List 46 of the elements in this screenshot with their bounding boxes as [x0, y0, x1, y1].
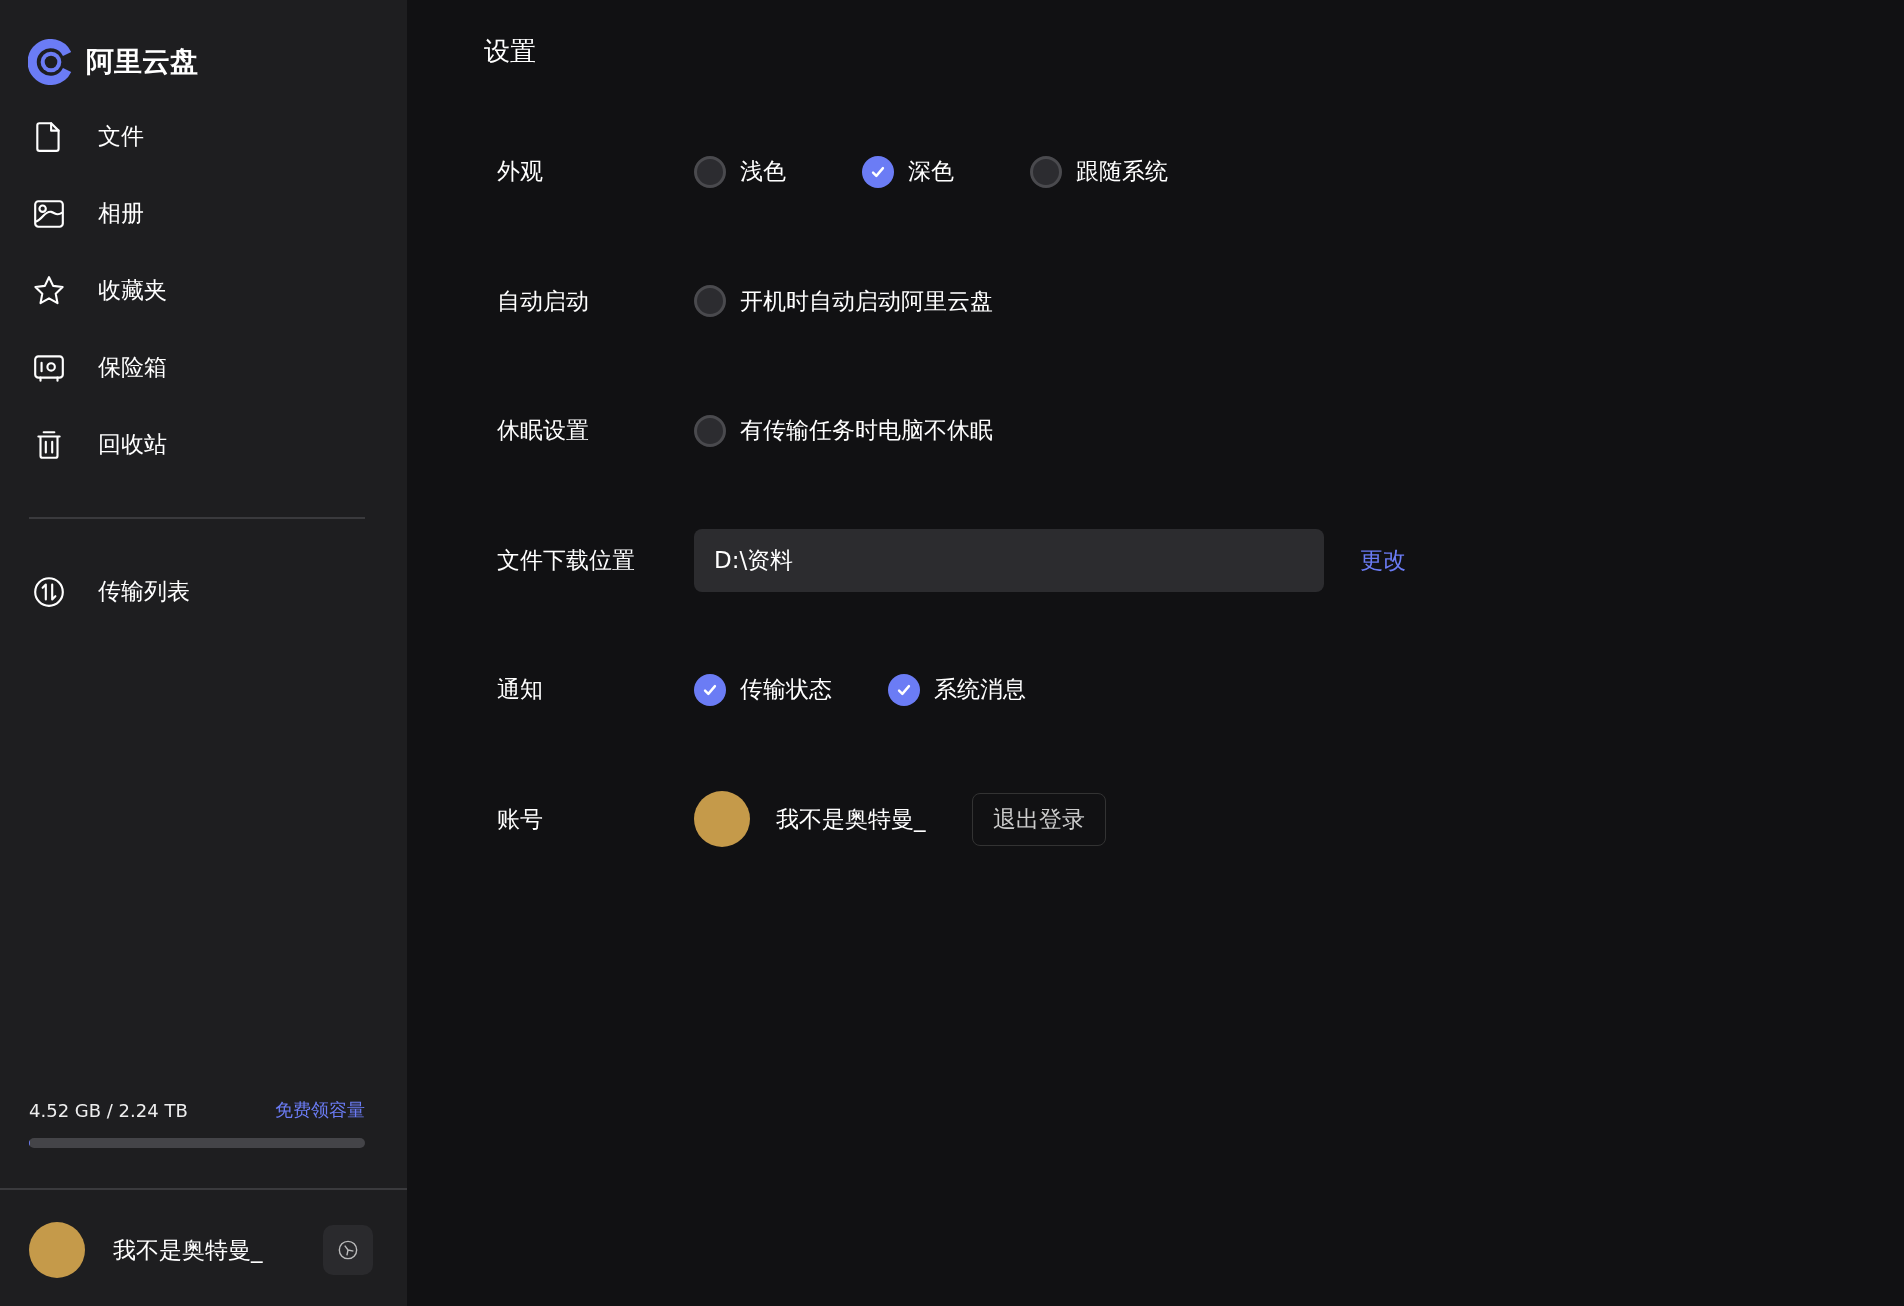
app-name: 阿里云盘	[86, 44, 198, 80]
option-label: 有传输任务时电脑不休眠	[740, 416, 993, 446]
checkbox-option[interactable]: 开机时自动启动阿里云盘	[694, 285, 993, 318]
radio-option[interactable]: 跟随系统	[1030, 155, 1168, 188]
option-label: 浅色	[740, 157, 786, 187]
setting-label: 文件下载位置	[496, 545, 636, 575]
option-label: 传输状态	[740, 675, 832, 705]
sidebar-item[interactable]: 收藏夹	[0, 252, 407, 329]
checkbox-icon[interactable]	[694, 285, 726, 318]
free-storage-link[interactable]: 免费领容量	[275, 1098, 365, 1122]
checkbox-icon[interactable]	[694, 673, 726, 706]
radio-icon[interactable]	[1030, 155, 1062, 188]
setting-label: 休眠设置	[496, 416, 590, 446]
settings-button[interactable]	[323, 1225, 373, 1275]
sidebar-item[interactable]: 文件	[0, 98, 407, 175]
radio-icon[interactable]	[862, 155, 894, 188]
setting-label: 通知	[496, 675, 544, 705]
checkbox-option[interactable]: 有传输任务时电脑不休眠	[694, 414, 993, 447]
checkbox-icon[interactable]	[888, 673, 920, 706]
setting-label: 账号	[496, 804, 544, 834]
change-link[interactable]: 更改	[1360, 544, 1406, 576]
avatar	[29, 1222, 85, 1278]
radio-option[interactable]: 深色	[862, 155, 974, 188]
storage-usage: 4.52 GB / 2.24 TB	[29, 1099, 188, 1121]
sidebar-item[interactable]: 保险箱	[0, 329, 407, 406]
checkbox-option[interactable]: 系统消息	[888, 673, 1026, 706]
logout-button[interactable]: 退出登录	[971, 792, 1106, 846]
account-name: 我不是奥特曼_	[776, 804, 926, 834]
option-label: 系统消息	[934, 675, 1026, 705]
setting-label: 自动启动	[496, 286, 590, 316]
sidebar-item[interactable]: 回收站	[0, 406, 407, 483]
radio-option[interactable]: 浅色	[694, 155, 806, 188]
option-label: 开机时自动启动阿里云盘	[740, 286, 993, 316]
checkbox-icon[interactable]	[694, 414, 726, 447]
transfer-icon	[32, 574, 66, 609]
radio-icon[interactable]	[694, 155, 726, 188]
option-label: 深色	[908, 157, 954, 187]
logo-icon	[28, 39, 74, 85]
page-title: 设置	[484, 35, 537, 68]
path-field[interactable]: D:\资料	[694, 528, 1324, 592]
sidebar-item[interactable]: 相册	[0, 175, 407, 252]
setting-label: 外观	[496, 157, 544, 187]
sidebar-item[interactable]: 传输列表	[0, 553, 407, 630]
checkbox-option[interactable]: 传输状态	[694, 673, 832, 706]
option-label: 跟随系统	[1076, 157, 1168, 187]
user-name: 我不是奥特曼_	[113, 1235, 264, 1265]
